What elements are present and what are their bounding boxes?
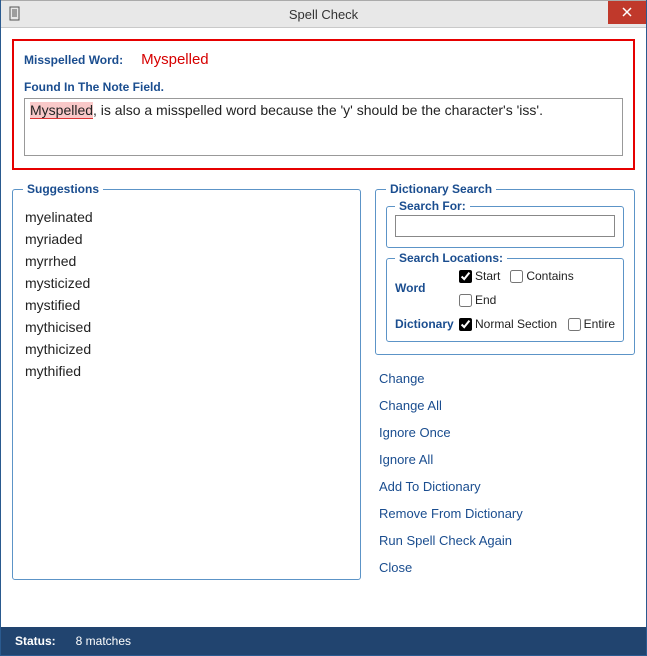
checkbox-normal-input[interactable]: [459, 318, 472, 331]
action-close[interactable]: Close: [375, 554, 635, 581]
action-add-to-dictionary[interactable]: Add To Dictionary: [375, 473, 635, 500]
actions-list: Change Change All Ignore Once Ignore All…: [375, 365, 635, 581]
checkbox-entire-label: Entire: [584, 317, 615, 331]
action-ignore-all[interactable]: Ignore All: [375, 446, 635, 473]
suggestion-item[interactable]: myriaded: [23, 228, 350, 250]
action-run-spell-check-again[interactable]: Run Spell Check Again: [375, 527, 635, 554]
suggestion-item[interactable]: mythicized: [23, 338, 350, 360]
status-text: 8 matches: [76, 634, 131, 648]
action-change[interactable]: Change: [375, 365, 635, 392]
note-text: , is also a misspelled word because the …: [93, 102, 543, 118]
checkbox-end[interactable]: End: [459, 293, 496, 307]
checkbox-normal-section[interactable]: Normal Section: [459, 317, 557, 331]
checkbox-contains-input[interactable]: [510, 270, 523, 283]
suggestion-item[interactable]: myrrhed: [23, 250, 350, 272]
suggestion-item[interactable]: myelinated: [23, 206, 350, 228]
dictionary-label: Dictionary: [395, 317, 453, 331]
note-highlighted-word: Myspelled: [30, 102, 93, 119]
suggestion-item[interactable]: mysticized: [23, 272, 350, 294]
checkbox-start-input[interactable]: [459, 270, 472, 283]
suggestion-item[interactable]: mythified: [23, 360, 350, 382]
action-ignore-once[interactable]: Ignore Once: [375, 419, 635, 446]
word-label: Word: [395, 281, 453, 295]
window-title: Spell Check: [1, 7, 646, 22]
checkbox-end-input[interactable]: [459, 294, 472, 307]
checkbox-contains[interactable]: Contains: [510, 269, 573, 283]
dictionary-search-panel: Dictionary Search Search For: Search Loc…: [375, 182, 635, 355]
misspelled-panel: Misspelled Word: Myspelled Found In The …: [12, 39, 635, 170]
note-field[interactable]: Myspelled, is also a misspelled word bec…: [24, 98, 623, 156]
checkbox-start-label: Start: [475, 269, 500, 283]
checkbox-normal-label: Normal Section: [475, 317, 557, 331]
checkbox-start[interactable]: Start: [459, 269, 500, 283]
suggestions-panel: Suggestions myelinated myriaded myrrhed …: [12, 182, 361, 580]
dictionary-legend: Dictionary Search: [386, 182, 496, 196]
titlebar: Spell Check: [1, 0, 646, 28]
search-input[interactable]: [395, 215, 615, 237]
action-remove-from-dictionary[interactable]: Remove From Dictionary: [375, 500, 635, 527]
checkbox-entire-input[interactable]: [568, 318, 581, 331]
search-locations-group: Search Locations: Word Start Contains: [386, 258, 624, 342]
action-change-all[interactable]: Change All: [375, 392, 635, 419]
checkbox-end-label: End: [475, 293, 496, 307]
suggestion-item[interactable]: mythicised: [23, 316, 350, 338]
search-locations-label: Search Locations:: [395, 251, 507, 265]
checkbox-entire[interactable]: Entire: [568, 317, 615, 331]
suggestion-item[interactable]: mystified: [23, 294, 350, 316]
status-label: Status:: [15, 634, 56, 648]
search-for-label: Search For:: [395, 199, 470, 213]
misspelled-label: Misspelled Word:: [24, 53, 123, 67]
misspelled-word: Myspelled: [141, 51, 209, 68]
found-in-label: Found In The Note Field.: [24, 80, 623, 94]
suggestions-legend: Suggestions: [23, 182, 103, 196]
search-for-group: Search For:: [386, 206, 624, 248]
checkbox-contains-label: Contains: [526, 269, 573, 283]
statusbar: Status: 8 matches: [1, 627, 646, 655]
